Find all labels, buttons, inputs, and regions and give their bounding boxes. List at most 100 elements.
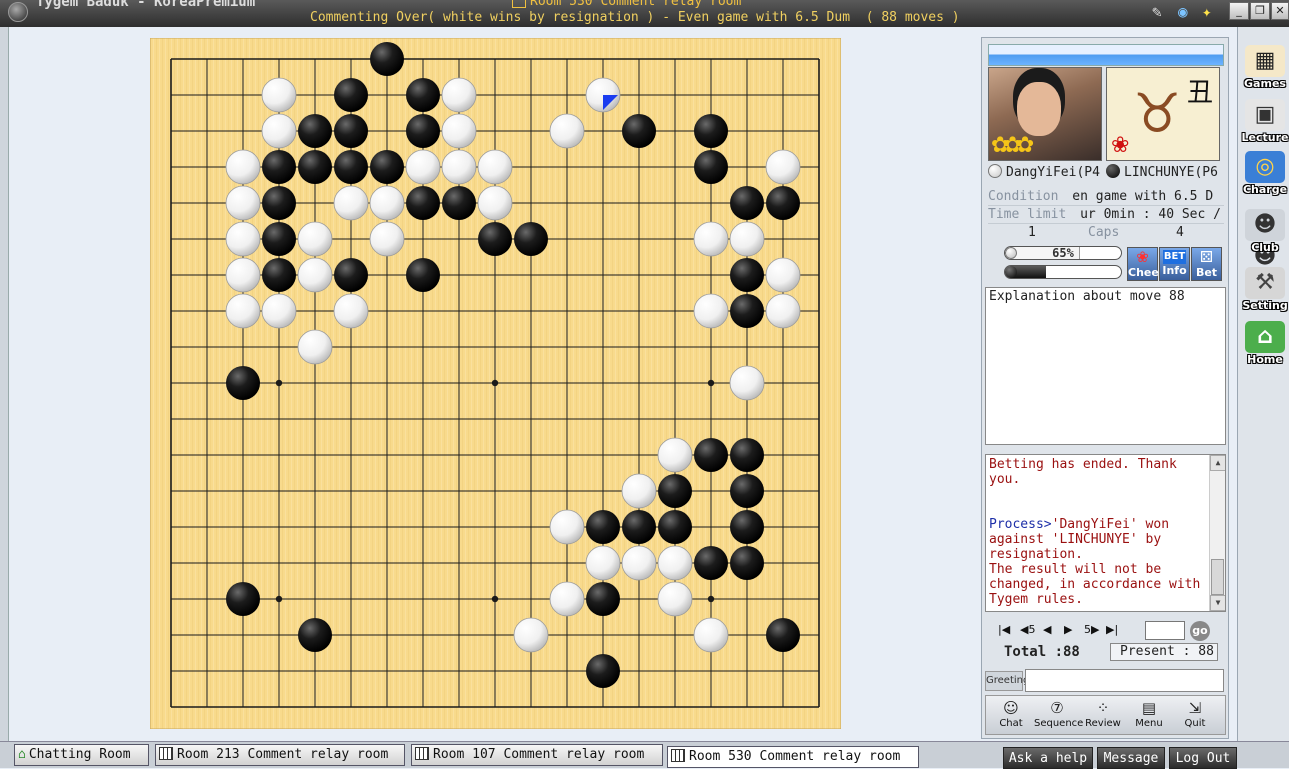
move-number-input[interactable] <box>1145 621 1185 640</box>
tab-room-213[interactable]: Room 213 Comment relay room <box>155 744 405 766</box>
tab-room-107[interactable]: Room 107 Comment relay room <box>411 744 663 766</box>
sidebar-item-club[interactable]: ☻☻ Club <box>1241 209 1289 269</box>
black-player-avatar[interactable]: ♉ ❀ 丑 <box>1106 67 1220 161</box>
minimize-button[interactable]: _ <box>1229 2 1249 20</box>
move-explanation-box[interactable]: Explanation about move 88 <box>985 287 1226 445</box>
last-move-button[interactable]: ▶| <box>1106 623 1118 636</box>
captures-row: 1 Caps 4 <box>988 225 1224 241</box>
black-stone <box>586 510 620 544</box>
black-stone <box>586 654 620 688</box>
room-title-text: Room 530 Comment relay room <box>530 0 742 9</box>
restore-button[interactable]: ❐ <box>1250 2 1270 20</box>
logout-button[interactable]: Log Out <box>1169 747 1237 769</box>
black-stone <box>370 42 404 76</box>
bet-label: Bet <box>1195 266 1218 279</box>
white-stone <box>225 257 261 293</box>
white-stone <box>369 221 405 257</box>
white-win-probability-bar: 65% <box>1004 246 1122 260</box>
quit-button[interactable]: ⇲ Quit <box>1172 698 1218 729</box>
black-stone <box>730 510 764 544</box>
black-player-name[interactable]: LINCHUNYE(P6 <box>1106 164 1222 180</box>
scroll-down-icon[interactable]: ▼ <box>1210 595 1225 611</box>
star-point <box>275 379 283 387</box>
white-stone <box>729 365 765 401</box>
paint-icon[interactable]: ✎ <box>1152 2 1162 21</box>
first-move-button[interactable]: |◀ <box>998 623 1010 636</box>
tab-label: Chatting Room <box>28 747 131 762</box>
chat-messages: Betting has ended. Thank you. Process>'D… <box>989 457 1207 607</box>
white-player-avatar[interactable]: ✿✿✿ <box>988 67 1102 161</box>
white-stone <box>225 221 261 257</box>
black-stone <box>658 510 692 544</box>
black-stone <box>262 150 296 184</box>
review-icon: ⁘ <box>1096 699 1110 717</box>
people-icon: ☻☻ <box>1245 209 1285 269</box>
go-button[interactable]: go <box>1190 621 1210 641</box>
tab-chatting-room[interactable]: ⌂ Chatting Room <box>14 744 149 766</box>
title-bar: Tygem Baduk - KoreaPremium Room 530 Comm… <box>0 0 1289 27</box>
black-stone <box>334 78 368 112</box>
black-win-probability-bar: 35% <box>1004 265 1122 279</box>
black-stone <box>730 474 764 508</box>
cheer-button[interactable]: ❀ Cheer <box>1127 247 1164 281</box>
black-captures: 4 <box>1176 225 1184 240</box>
white-stone <box>693 221 729 257</box>
message-button[interactable]: Message <box>1097 747 1165 769</box>
tip-bulb-icon[interactable]: ✦ <box>1202 2 1212 21</box>
condition-label: Condition <box>988 189 1059 204</box>
black-stone <box>226 582 260 616</box>
zodiac-character: 丑 <box>1186 78 1213 108</box>
tab-room-530[interactable]: Room 530 Comment relay room <box>667 746 919 768</box>
chat-button[interactable]: ☺ Chat <box>988 698 1034 729</box>
explanation-text: Explanation about move 88 <box>989 289 1185 304</box>
greeting-input[interactable] <box>1025 669 1224 692</box>
tab-label: Room 530 Comment relay room <box>689 749 901 764</box>
sidebar-item-home[interactable]: ⌂ Home <box>1241 321 1289 366</box>
chat-log[interactable]: Betting has ended. Thank you. Process>'D… <box>985 454 1226 612</box>
menu-button[interactable]: ▤ Menu <box>1126 698 1172 729</box>
sidebar-item-games[interactable]: ▦ Games <box>1241 45 1289 90</box>
scroll-up-icon[interactable]: ▲ <box>1210 455 1225 471</box>
game-status-line: Commenting Over( white wins by resignati… <box>310 10 960 25</box>
sidebar-label-charge: Charge <box>1242 183 1288 196</box>
board-icon <box>671 749 685 762</box>
close-button[interactable]: ✕ <box>1271 2 1289 20</box>
chat-message <box>989 487 1207 517</box>
sidebar-item-setting[interactable]: ⚒ Setting <box>1241 267 1289 312</box>
black-player-name-text: LINCHUNYE(P6 <box>1124 165 1218 180</box>
bet-button[interactable]: ⚄ Bet <box>1191 247 1222 281</box>
white-stone <box>621 545 657 581</box>
tab-label: Room 213 Comment relay room <box>177 747 389 762</box>
chat-message: Betting has ended. Thank you. <box>989 457 1177 487</box>
white-player-name[interactable]: DangYiFei(P4 <box>988 164 1104 180</box>
menu-label: Menu <box>1135 718 1163 729</box>
ask-help-button[interactable]: Ask a help <box>1003 747 1093 769</box>
black-stone <box>262 186 296 220</box>
white-captures: 1 <box>1028 225 1036 240</box>
black-stone <box>226 366 260 400</box>
chat-scrollbar[interactable]: ▲ ▼ <box>1209 455 1225 611</box>
bet-info-button[interactable]: BET Info <box>1159 247 1190 281</box>
black-stone <box>298 618 332 652</box>
white-stone-icon <box>988 164 1002 178</box>
scroll-thumb[interactable] <box>1211 559 1224 595</box>
back-1-button[interactable]: ◀ <box>1043 623 1051 636</box>
chat-message: Process>'DangYiFei' won against 'LINCHUN… <box>989 517 1170 562</box>
white-stone <box>477 149 513 185</box>
time-limit-row: Time limit ur 0min : 40 Sec / <box>988 207 1224 224</box>
white-stone <box>441 149 477 185</box>
forward-1-button[interactable]: ▶ <box>1064 623 1072 636</box>
sidebar-item-charge[interactable]: ◎ Charge <box>1241 151 1289 196</box>
back-5-button[interactable]: ◀5 <box>1020 623 1035 636</box>
forward-5-button[interactable]: 5▶ <box>1084 623 1099 636</box>
review-button[interactable]: ⁘ Review <box>1080 698 1126 729</box>
sequence-button[interactable]: ⑦ Sequence <box>1034 698 1083 729</box>
room-icon <box>512 0 526 8</box>
sidebar-item-lecture[interactable]: ▣ Lecture <box>1241 99 1289 144</box>
quit-label: Quit <box>1184 718 1206 729</box>
go-board[interactable] <box>150 38 841 729</box>
black-stone <box>298 114 332 148</box>
black-stone <box>406 78 440 112</box>
search-icon[interactable]: ◉ <box>1178 2 1188 21</box>
black-stone <box>730 546 764 580</box>
